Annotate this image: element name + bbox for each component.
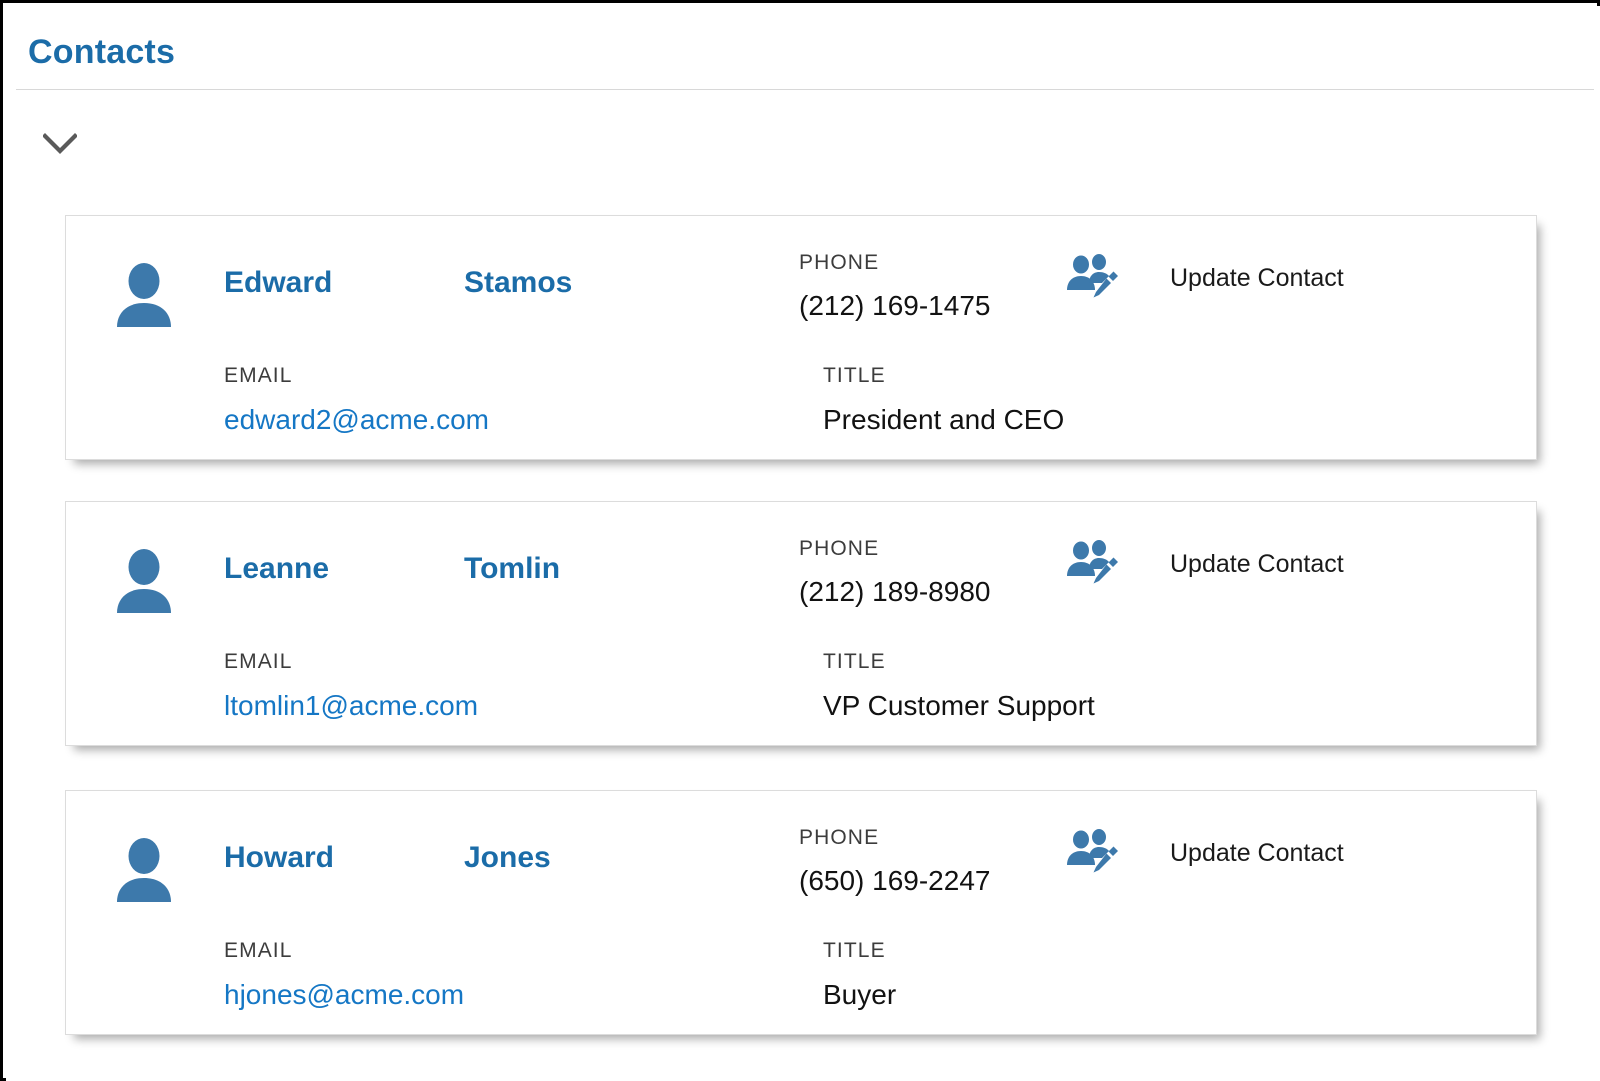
contact-first-name[interactable]: Edward (224, 266, 332, 300)
phone-label: PHONE (799, 826, 879, 850)
contact-last-name[interactable]: Tomlin (464, 552, 560, 586)
contacts-page: Contacts Edward Stamos (6, 6, 1600, 1081)
title-label: TITLE (823, 364, 886, 388)
chevron-down-icon (43, 133, 77, 155)
contact-first-name[interactable]: Howard (224, 841, 334, 875)
update-contact-button[interactable]: Update Contact (1066, 254, 1344, 302)
phone-value: (212) 189-8980 (799, 576, 990, 608)
person-avatar-icon (113, 548, 175, 614)
title-value: President and CEO (823, 404, 1064, 436)
contact-last-name[interactable]: Stamos (464, 266, 572, 300)
collapse-section-toggle[interactable] (42, 126, 78, 162)
title-value: VP Customer Support (823, 690, 1095, 722)
update-contact-label: Update Contact (1170, 264, 1344, 293)
update-contact-icon (1066, 254, 1120, 302)
update-contact-icon (1066, 829, 1120, 877)
phone-label: PHONE (799, 537, 879, 561)
update-contact-label: Update Contact (1170, 550, 1344, 579)
update-contact-icon (1066, 540, 1120, 588)
phone-value: (650) 169-2247 (799, 865, 990, 897)
phone-value: (212) 169-1475 (799, 290, 990, 322)
screen-frame: Contacts Edward Stamos (0, 0, 1600, 1081)
update-contact-label: Update Contact (1170, 839, 1344, 868)
email-label: EMAIL (224, 939, 293, 963)
email-label: EMAIL (224, 650, 293, 674)
contact-card[interactable]: Leanne Tomlin PHONE (212) 189-8980 EMAIL… (65, 501, 1537, 746)
email-label: EMAIL (224, 364, 293, 388)
update-contact-button[interactable]: Update Contact (1066, 540, 1344, 588)
email-link[interactable]: edward2@acme.com (224, 404, 489, 436)
title-label: TITLE (823, 650, 886, 674)
update-contact-button[interactable]: Update Contact (1066, 829, 1344, 877)
contact-last-name[interactable]: Jones (464, 841, 551, 875)
contact-card[interactable]: Edward Stamos PHONE (212) 169-1475 EMAIL… (65, 215, 1537, 460)
page-header: Contacts (6, 6, 1600, 89)
title-value: Buyer (823, 979, 896, 1011)
page-title: Contacts (28, 33, 175, 72)
phone-label: PHONE (799, 251, 879, 275)
contact-first-name[interactable]: Leanne (224, 552, 329, 586)
contact-card[interactable]: Howard Jones PHONE (650) 169-2247 EMAIL … (65, 790, 1537, 1035)
person-avatar-icon (113, 262, 175, 328)
title-label: TITLE (823, 939, 886, 963)
email-link[interactable]: ltomlin1@acme.com (224, 690, 478, 722)
email-link[interactable]: hjones@acme.com (224, 979, 464, 1011)
header-divider (16, 89, 1594, 90)
person-avatar-icon (113, 837, 175, 903)
